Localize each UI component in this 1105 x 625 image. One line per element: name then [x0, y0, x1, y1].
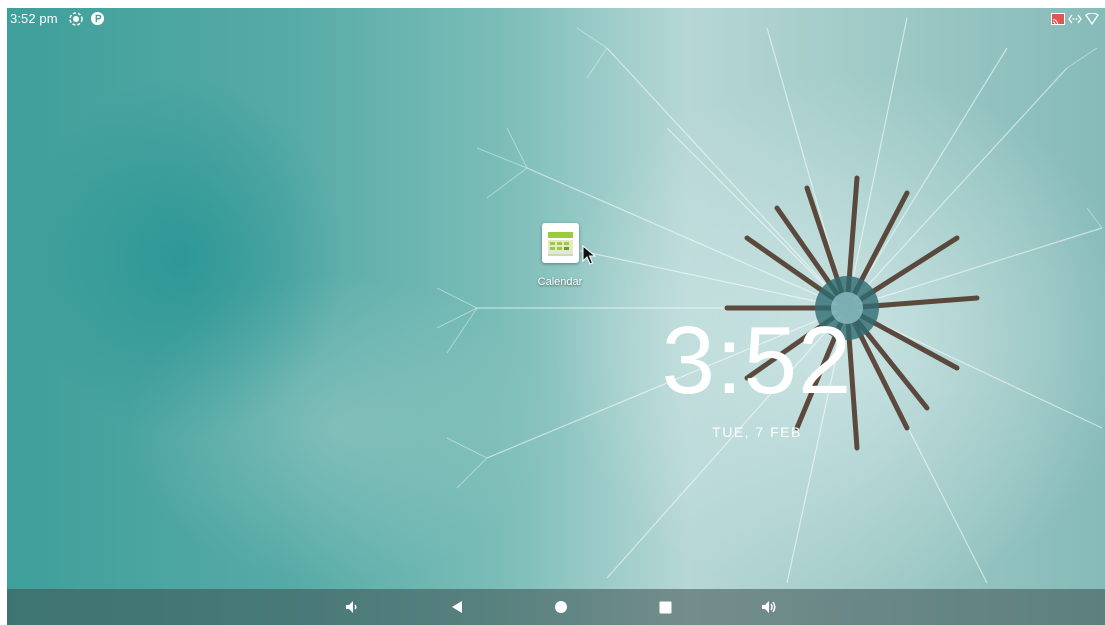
dandelion-wallpaper-image	[436, 17, 1103, 584]
volume-up-button[interactable]	[751, 589, 787, 625]
clock-date: TUE, 7 FEB	[712, 424, 802, 440]
navigation-bar	[7, 589, 1105, 625]
clock-widget[interactable]: 3:52 TUE, 7 FEB	[607, 306, 907, 440]
mouse-cursor-icon	[582, 245, 596, 265]
cast-icon	[1051, 13, 1065, 25]
app-label: Calendar	[537, 276, 583, 288]
calendar-icon[interactable]	[541, 223, 579, 263]
back-button[interactable]	[439, 589, 475, 625]
screen-record-icon	[69, 12, 83, 26]
notification-app-icon	[90, 11, 105, 26]
home-button[interactable]	[543, 589, 579, 625]
volume-up-icon	[762, 601, 776, 613]
android-screen: 3:52 pm Calendar 3:52 TUE, 7 FEB	[7, 8, 1105, 625]
wifi-icon	[1085, 13, 1099, 25]
recents-icon	[659, 601, 671, 613]
status-right-icons	[1051, 12, 1099, 26]
ethernet-icon	[1068, 14, 1082, 24]
home-icon	[555, 601, 567, 613]
status-bar: 3:52 pm	[7, 8, 1105, 30]
back-icon	[452, 601, 462, 613]
status-time: 3:52 pm	[10, 11, 58, 26]
clock-time: 3:52	[661, 307, 853, 414]
recents-button[interactable]	[647, 589, 683, 625]
volume-down-icon	[346, 601, 357, 613]
volume-down-button[interactable]	[334, 589, 370, 625]
